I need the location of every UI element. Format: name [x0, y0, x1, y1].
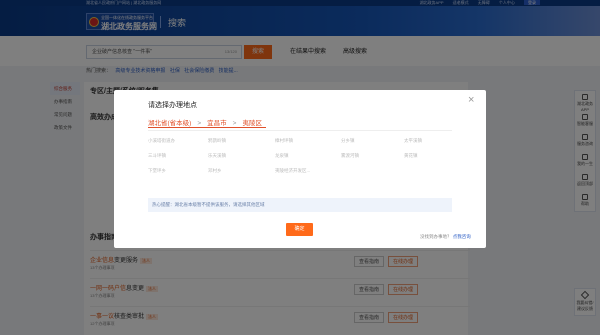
crumb-district[interactable]: 夷陵区 — [242, 120, 262, 127]
crumb-underline — [148, 127, 266, 128]
region-option[interactable]: 雾渡河镇 — [341, 153, 359, 159]
modal-help: 没找到办事地？ 点我咨询 — [420, 234, 471, 240]
close-icon[interactable]: × — [468, 95, 474, 106]
region-option[interactable]: 太平溪镇 — [404, 138, 422, 144]
region-option[interactable]: 邓村乡 — [208, 168, 222, 174]
location-modal: 请选择办理地点 × 湖北省(省本级) > 宜昌市 > 夷陵区 小溪塔街道办 鸦鹊岭镇 樟… — [114, 90, 486, 248]
crumb-province[interactable]: 湖北省(省本级) — [148, 120, 191, 127]
modal-title: 请选择办理地点 — [148, 102, 197, 109]
region-option[interactable]: 黄花镇 — [404, 153, 418, 159]
location-breadcrumb: 湖北省(省本级) > 宜昌市 > 夷陵区 — [148, 117, 266, 128]
region-option[interactable]: 鸦鹊岭镇 — [208, 138, 226, 144]
region-option[interactable]: 乐天溪镇 — [208, 153, 226, 159]
region-option[interactable]: 夷陵经济开发区... — [275, 168, 310, 174]
confirm-button[interactable]: 确定 — [286, 223, 313, 236]
region-option[interactable]: 下堡坪乡 — [148, 168, 166, 174]
modal-divider — [148, 130, 452, 131]
chevron-right-icon: > — [197, 120, 202, 127]
help-text: 没找到办事地？ — [420, 234, 452, 239]
region-option[interactable]: 龙泉镇 — [275, 153, 289, 159]
region-option[interactable]: 樟村坪镇 — [275, 138, 293, 144]
region-option[interactable]: 分乡镇 — [341, 138, 355, 144]
crumb-city[interactable]: 宜昌市 — [207, 120, 227, 127]
modal-tip: 热心提醒：湖北省本级暂不提供该服务，请选择其他区域 — [148, 198, 452, 212]
chevron-right-icon: > — [232, 120, 237, 127]
help-link[interactable]: 点我咨询 — [453, 234, 471, 239]
region-option[interactable]: 三斗坪镇 — [148, 153, 166, 159]
region-option[interactable]: 小溪塔街道办 — [148, 138, 175, 144]
